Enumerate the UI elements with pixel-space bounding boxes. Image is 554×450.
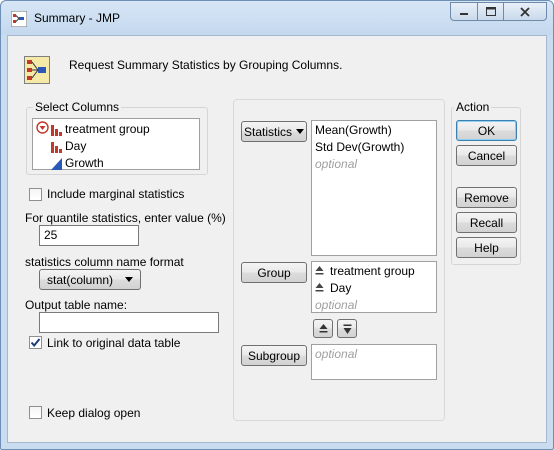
output-table-label: Output table name: bbox=[25, 298, 128, 312]
close-icon bbox=[520, 6, 530, 17]
columns-listbox[interactable]: treatment group Day Growth bbox=[32, 118, 200, 170]
subgroup-button[interactable]: Subgroup bbox=[241, 345, 307, 366]
column-menu-icon[interactable] bbox=[36, 121, 49, 134]
group-item-treatment-group[interactable]: treatment group bbox=[315, 264, 415, 278]
cancel-button[interactable]: Cancel bbox=[456, 145, 517, 166]
column-label: treatment group bbox=[65, 122, 150, 136]
close-button[interactable] bbox=[503, 2, 547, 21]
statistics-button-label: Statistics bbox=[243, 124, 292, 139]
link-original-checkbox[interactable] bbox=[29, 336, 42, 349]
sort-ascending-icon bbox=[315, 283, 324, 292]
continuous-triangle-icon bbox=[51, 157, 62, 170]
keep-dialog-open-label: Keep dialog open bbox=[47, 406, 141, 420]
group-item-label: treatment group bbox=[330, 264, 415, 278]
keep-dialog-open-checkbox[interactable] bbox=[29, 406, 42, 419]
maximize-icon bbox=[485, 7, 496, 16]
dialog-window: Summary - JMP Request Summary Statistics… bbox=[0, 0, 554, 450]
subgroup-button-label: Subgroup bbox=[247, 348, 301, 363]
name-format-select[interactable]: stat(column) bbox=[39, 269, 141, 290]
nominal-bar-icon bbox=[51, 141, 62, 153]
action-label: Action bbox=[454, 100, 492, 114]
name-format-value: stat(column) bbox=[47, 272, 114, 287]
remove-button[interactable]: Remove bbox=[456, 187, 517, 208]
statistics-optional-placeholder: optional bbox=[315, 157, 358, 171]
statistics-button[interactable]: Statistics bbox=[241, 121, 307, 142]
column-item-treatment-group[interactable]: treatment group bbox=[51, 121, 150, 137]
group-item-day[interactable]: Day bbox=[315, 281, 351, 295]
statistics-item[interactable]: Std Dev(Growth) bbox=[315, 140, 404, 154]
title-bar[interactable]: Summary - JMP bbox=[1, 1, 553, 35]
output-table-input[interactable] bbox=[39, 312, 219, 333]
column-label: Day bbox=[65, 139, 87, 153]
group-listbox[interactable]: treatment group Day optional bbox=[311, 261, 437, 313]
sort-ascending-icon bbox=[315, 266, 324, 275]
sort-descending-icon bbox=[343, 324, 351, 334]
recall-button[interactable]: Recall bbox=[456, 212, 517, 233]
minimize-icon bbox=[460, 12, 468, 15]
dialog-body: Request Summary Statistics by Grouping C… bbox=[7, 35, 547, 443]
marginal-statistics-label: Include marginal statistics bbox=[47, 187, 185, 201]
checkmark-icon bbox=[30, 338, 41, 348]
dialog-header-text: Request Summary Statistics by Grouping C… bbox=[69, 58, 343, 72]
window-title: Summary - JMP bbox=[34, 11, 121, 25]
statistics-item[interactable]: Mean(Growth) bbox=[315, 123, 392, 137]
quantile-input[interactable]: 25 bbox=[39, 225, 139, 246]
name-format-label: statistics column name format bbox=[25, 255, 184, 269]
subgroup-listbox[interactable]: optional bbox=[311, 344, 437, 380]
group-button-label: Group bbox=[257, 265, 291, 280]
minimize-button[interactable] bbox=[450, 2, 477, 21]
chevron-down-icon bbox=[296, 129, 304, 134]
statistics-listbox[interactable]: Mean(Growth) Std Dev(Growth) optional bbox=[311, 120, 437, 256]
group-optional-placeholder: optional bbox=[315, 298, 358, 312]
group-item-label: Day bbox=[330, 281, 352, 295]
sort-descending-button[interactable] bbox=[337, 319, 357, 338]
quantile-label: For quantile statistics, enter value (%) bbox=[25, 211, 226, 225]
help-button[interactable]: Help bbox=[456, 237, 517, 258]
column-item-day[interactable]: Day bbox=[51, 138, 86, 154]
summary-platform-icon bbox=[24, 56, 50, 84]
maximize-button[interactable] bbox=[477, 2, 503, 21]
column-label: Growth bbox=[65, 156, 104, 170]
sort-ascending-icon bbox=[319, 323, 327, 332]
chevron-down-icon bbox=[125, 277, 133, 282]
group-button[interactable]: Group bbox=[241, 262, 307, 283]
link-original-label: Link to original data table bbox=[47, 336, 181, 350]
select-columns-label: Select Columns bbox=[33, 100, 122, 114]
subgroup-optional-placeholder: optional bbox=[315, 347, 358, 361]
sort-ascending-button[interactable] bbox=[313, 319, 333, 338]
column-item-growth[interactable]: Growth bbox=[51, 155, 104, 171]
marginal-statistics-checkbox[interactable] bbox=[29, 188, 42, 201]
jmp-app-icon bbox=[11, 11, 27, 27]
ok-button[interactable]: OK bbox=[456, 120, 517, 141]
nominal-bar-icon bbox=[51, 124, 62, 136]
